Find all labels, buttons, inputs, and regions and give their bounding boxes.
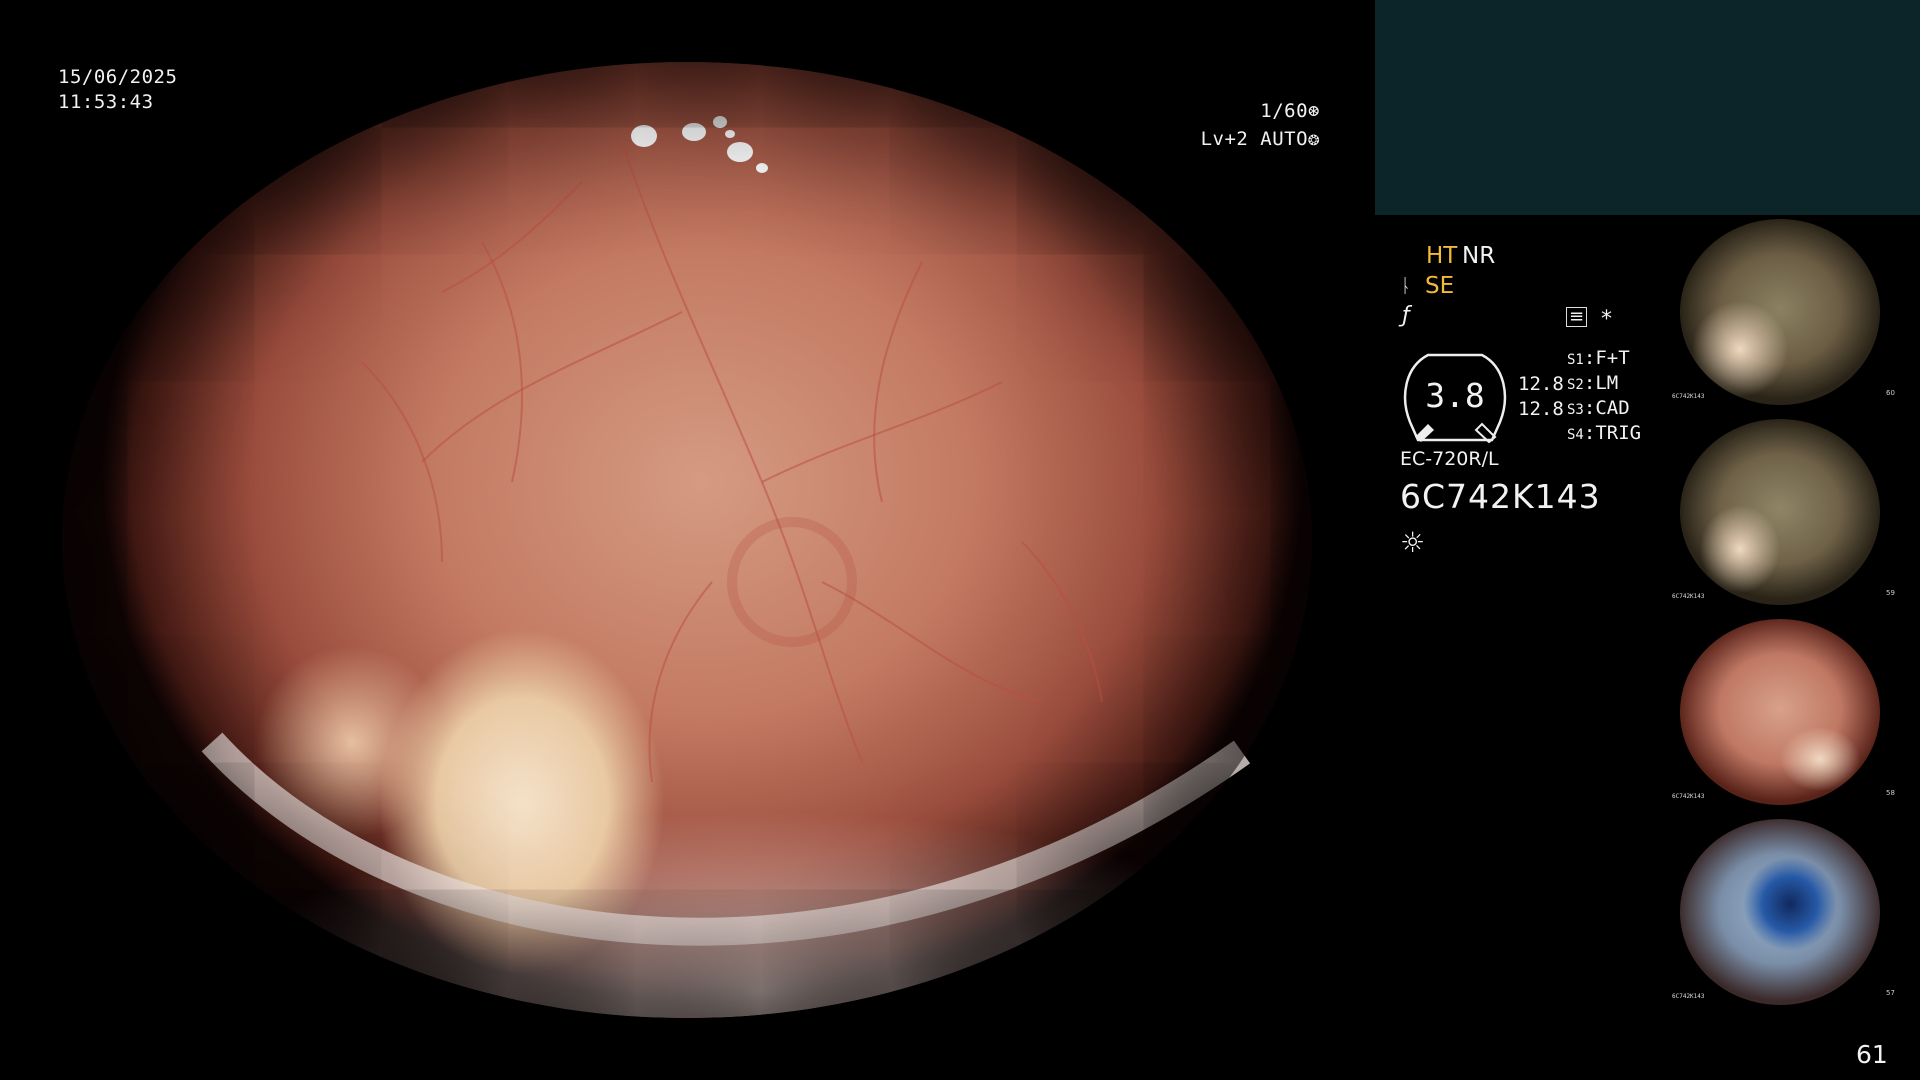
switch-value: F+T [1595,347,1630,369]
thumbnail-60[interactable]: 6C742K143 60 [1670,217,1920,407]
patient-info-box [1375,0,1920,215]
sun-icon: ☼ [1400,526,1426,559]
switch-s4: S4:TRIG [1567,422,1642,444]
switch-key: S1 [1567,352,1584,368]
switch-s2: S2:LM [1567,372,1619,394]
switch-value: CAD [1595,397,1630,419]
shutter-speed-value: 1/60 [1260,100,1309,122]
endoscopic-view [62,62,1312,1018]
thumbnail-image [1680,419,1880,605]
switch-s1: S1:F+T [1567,347,1630,369]
function-icon: ƒ [1402,303,1410,328]
switch-value: LM [1595,372,1619,394]
thumbnail-57[interactable]: 6C742K143 57 [1670,817,1920,1007]
nr-indicator: NR [1462,243,1496,269]
magnification-gauge: 3.8 [1400,352,1510,444]
thumbnail-59[interactable]: 6C742K143 59 [1670,417,1920,607]
switch-key: S3 [1567,402,1584,418]
thumbnail-image [1680,619,1880,805]
scope-serial: 6C742K143 [1400,477,1601,516]
brightness-level-value: Lv+2 AUTO [1200,128,1309,150]
histogram-icon: ≡ [1566,307,1588,327]
gauge-value: 3.8 [1425,376,1485,415]
aperture-icon: ⊛ [1308,100,1320,122]
switch-s3: S3:CAD [1567,397,1630,419]
thumbnail-number: 59 [1886,589,1895,597]
captured-image-thumbnails: 6C742K143 60 6C742K143 59 6C742K143 58 6… [1670,217,1920,1017]
switch-key: S2 [1567,377,1584,393]
ht-indicator: HT [1426,243,1458,269]
switch-key: S4 [1567,427,1584,443]
gauge-scale-top: 12.8 [1518,373,1564,395]
contrast-icon: ᚿ [1400,275,1412,297]
capture-date: 15/06/2025 [58,66,178,88]
vignette [62,62,1312,1018]
iris-icon: ❂ [1308,128,1320,150]
thumbnail-image [1680,219,1880,405]
thumbnail-58[interactable]: 6C742K143 58 [1670,617,1920,807]
thumbnail-number: 60 [1886,389,1895,397]
brightness-level: Lv+2 AUTO❂ [1188,126,1320,152]
switch-value: TRIG [1595,422,1642,444]
thumbnail-serial: 6C742K143 [1672,793,1705,800]
thumbnail-image [1680,819,1880,1005]
gauge-scale-bottom: 12.8 [1518,398,1564,420]
capture-time: 11:53:43 [58,91,154,113]
thumbnail-serial: 6C742K143 [1672,993,1705,1000]
processor-status-panel: HT NR ᚿ SE ƒ ≡ * 3.8 12.8 12.8 S1:F+T S2… [1375,215,1675,915]
se-indicator: SE [1425,273,1455,299]
scope-model: EC-720R/L [1400,448,1499,470]
thumbnail-number: 58 [1886,789,1895,797]
image-counter: 61 [1856,1040,1888,1069]
asterisk-icon: * [1601,307,1612,332]
thumbnail-number: 57 [1886,989,1895,997]
shutter-speed: 1/60⊛ [1240,98,1320,124]
thumbnail-serial: 6C742K143 [1672,593,1705,600]
thumbnail-serial: 6C742K143 [1672,393,1705,400]
